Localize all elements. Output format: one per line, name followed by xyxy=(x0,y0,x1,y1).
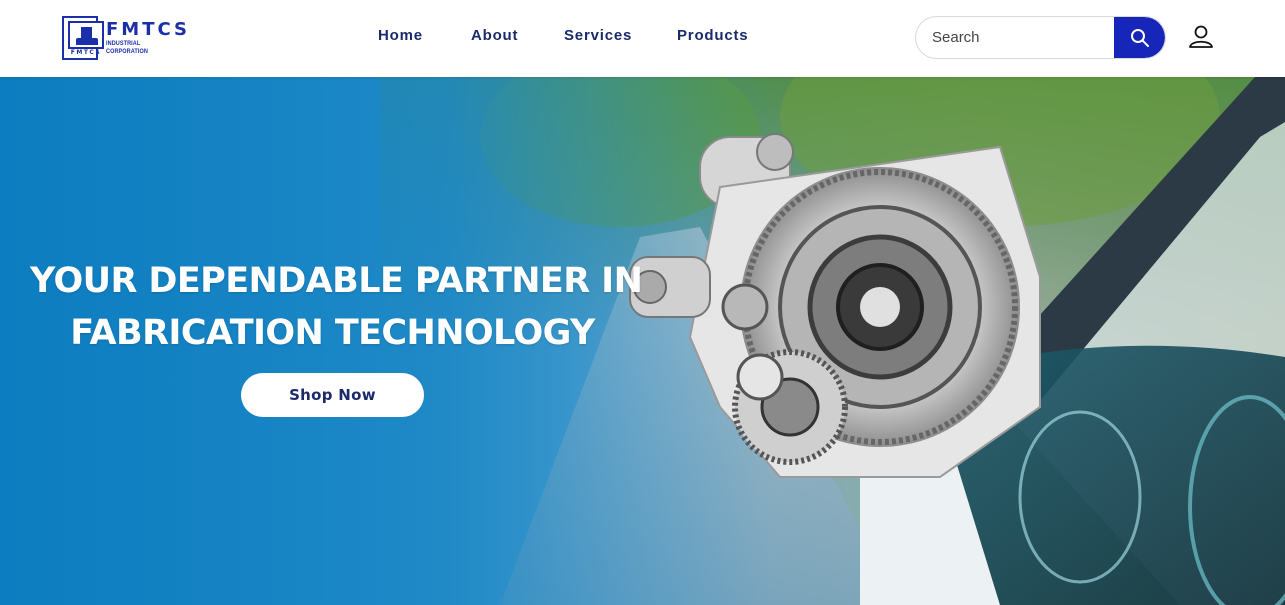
search-input[interactable] xyxy=(916,17,1116,58)
search-bar xyxy=(915,16,1166,59)
logo-mark-text: FMTCS xyxy=(70,48,102,56)
logo-glyph-body xyxy=(76,37,98,45)
account-button[interactable] xyxy=(1186,22,1216,52)
logo-glyph-head xyxy=(81,26,92,38)
logo-text: FMTCS INDUSTRIAL CORPORATION xyxy=(106,18,190,56)
hero-banner: YOUR DEPENDABLE PARTNER IN FABRICATION T… xyxy=(0,77,1285,605)
search-button[interactable] xyxy=(1114,17,1165,58)
hero-title-line-2: FABRICATION TECHNOLOGY xyxy=(70,313,595,353)
nav-products[interactable]: Products xyxy=(677,27,748,44)
nav-home[interactable]: Home xyxy=(378,27,423,44)
brand-logo[interactable]: FMTCS FMTCS INDUSTRIAL CORPORATION xyxy=(62,15,190,60)
nav-about[interactable]: About xyxy=(471,27,518,44)
brand-name: FMTCS xyxy=(106,18,190,40)
logo-mark-frame xyxy=(68,20,104,49)
nav-services[interactable]: Services xyxy=(564,27,632,44)
user-icon xyxy=(1189,25,1213,48)
shop-now-button[interactable]: Shop Now xyxy=(241,373,424,417)
search-icon xyxy=(1130,28,1149,47)
hero-title: YOUR DEPENDABLE PARTNER IN FABRICATION T… xyxy=(30,255,643,359)
site-header: FMTCS FMTCS INDUSTRIAL CORPORATION Home … xyxy=(0,0,1285,77)
logo-mark: FMTCS xyxy=(62,15,104,60)
hero-title-line-1: YOUR DEPENDABLE PARTNER IN xyxy=(30,261,643,301)
brand-subtitle: INDUSTRIAL CORPORATION xyxy=(106,39,148,55)
